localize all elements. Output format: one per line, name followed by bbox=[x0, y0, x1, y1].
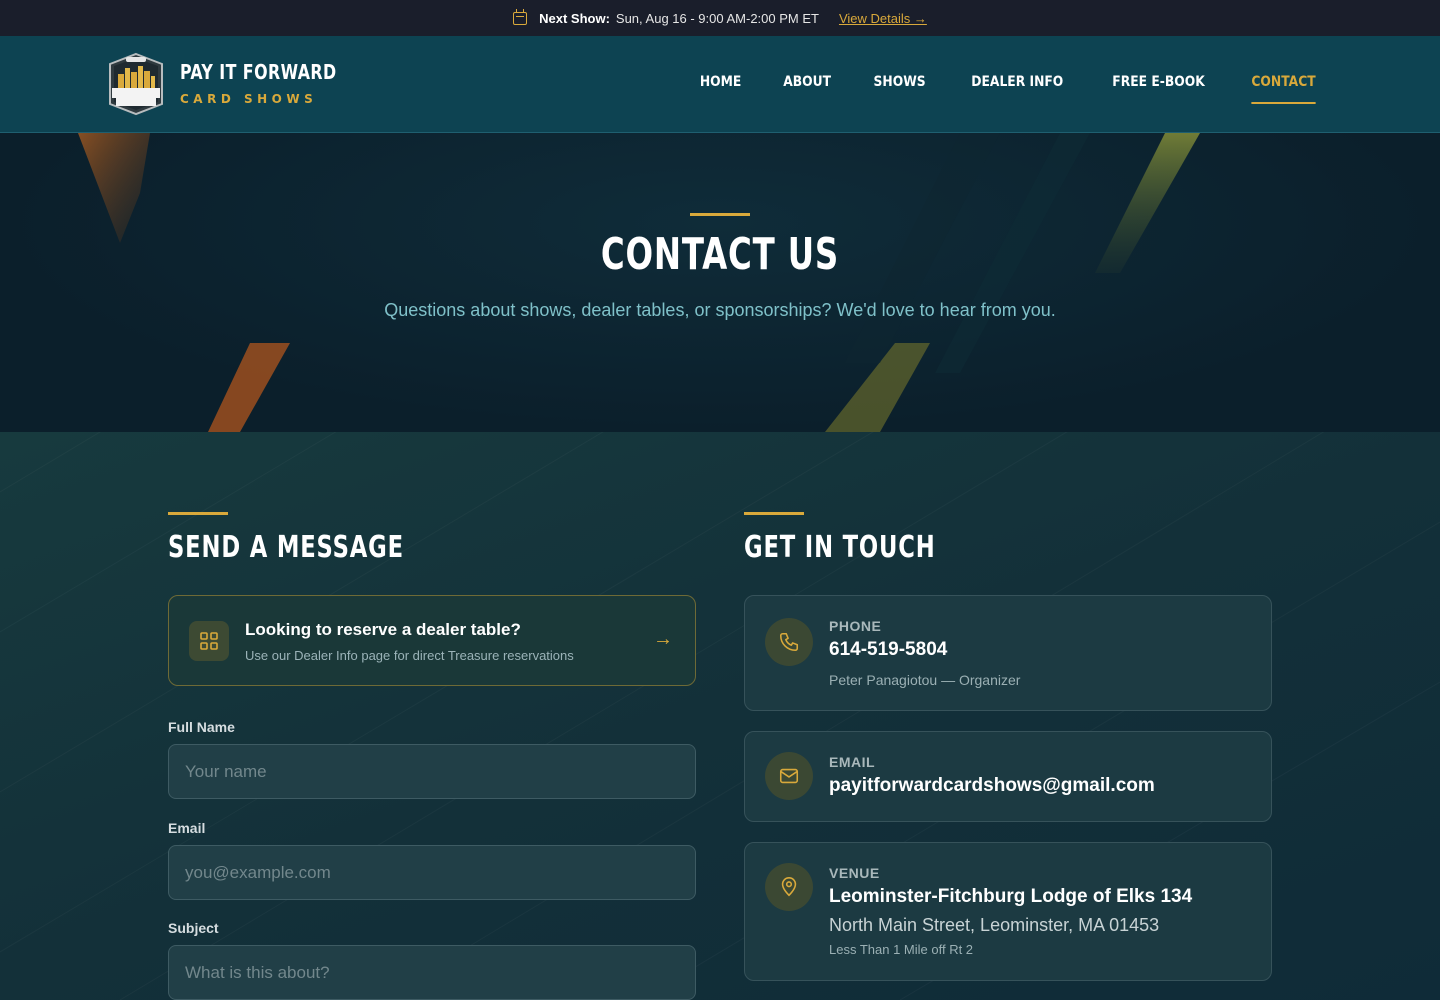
phone-label: PHONE bbox=[829, 618, 882, 634]
venue-name: Leominster-Fitchburg Lodge of Elks 134 bbox=[829, 886, 1193, 907]
email-value[interactable]: payitforwardcardshows@gmail.com bbox=[829, 775, 1155, 797]
hero-section: CONTACT US Questions about shows, dealer… bbox=[0, 133, 1440, 432]
brand-tagline: CARD SHOWS bbox=[180, 92, 318, 106]
site-header: PAY IT FORWARD CARD SHOWS HOME ABOUT SHO… bbox=[0, 36, 1440, 133]
brand[interactable]: PAY IT FORWARD CARD SHOWS bbox=[180, 60, 358, 106]
announcement-bar: Next Show: Sun, Aug 16 - 9:00 AM-2:00 PM… bbox=[0, 0, 1440, 36]
venue-note: Less Than 1 Mile off Rt 2 bbox=[829, 942, 974, 957]
phone-value[interactable]: 614-519-5804 bbox=[829, 639, 947, 661]
nav-free-ebook[interactable]: FREE E-BOOK bbox=[1112, 74, 1204, 104]
form-accent-bar bbox=[168, 512, 228, 515]
venue-address: North Main Street, Leominster, MA 01453 bbox=[829, 915, 1160, 935]
contact-accent-bar bbox=[744, 512, 804, 515]
nav-contact[interactable]: CONTACT bbox=[1251, 74, 1316, 104]
nav-shows[interactable]: SHOWS bbox=[874, 74, 926, 104]
phone-icon bbox=[765, 618, 813, 666]
notice-text: Use our Dealer Info page for direct Trea… bbox=[245, 648, 574, 663]
mail-icon bbox=[765, 752, 813, 800]
page-subtitle: Questions about shows, dealer tables, or… bbox=[384, 300, 1056, 320]
nav-dealer-info[interactable]: DEALER INFO bbox=[972, 74, 1064, 104]
arrow-right-icon: → bbox=[653, 628, 673, 650]
location-pin-icon bbox=[765, 863, 813, 911]
next-show-details: Sun, Aug 16 - 9:00 AM-2:00 PM ET bbox=[615, 10, 819, 26]
notice-title: Looking to reserve a dealer table? bbox=[245, 620, 521, 639]
full-name-input[interactable] bbox=[168, 744, 696, 799]
contact-title: GET IN TOUCH bbox=[744, 530, 936, 565]
form-title: SEND A MESSAGE bbox=[168, 530, 404, 565]
hero-accent-bar bbox=[690, 213, 750, 216]
view-details-link[interactable]: View Details → bbox=[839, 11, 927, 26]
phone-card: PHONE 614-519-5804 Peter Panagiotou — Or… bbox=[744, 595, 1272, 711]
main-nav: HOME ABOUT SHOWS DEALER INFO FREE E-BOOK… bbox=[697, 74, 1320, 104]
full-name-label: Full Name bbox=[168, 719, 235, 735]
email-label: Email bbox=[168, 820, 206, 836]
subject-input[interactable] bbox=[168, 945, 696, 1000]
contact-section: SEND A MESSAGE Looking to reserve a deal… bbox=[0, 432, 1440, 1000]
phone-note: Peter Panagiotou — Organizer bbox=[829, 672, 1021, 688]
grid-icon bbox=[189, 621, 229, 661]
brand-logo[interactable] bbox=[104, 52, 168, 116]
email-card: EMAIL payitforwardcardshows@gmail.com bbox=[744, 731, 1272, 822]
calendar-icon bbox=[513, 8, 528, 25]
venue-label: VENUE bbox=[829, 865, 880, 881]
nav-about[interactable]: ABOUT bbox=[783, 74, 831, 104]
email-input[interactable] bbox=[168, 845, 696, 900]
brand-name: PAY IT FORWARD bbox=[180, 60, 337, 84]
subject-label: Subject bbox=[168, 920, 219, 936]
dealer-table-notice[interactable]: Looking to reserve a dealer table? Use o… bbox=[168, 595, 696, 686]
next-show-label: Next Show: bbox=[539, 10, 610, 26]
venue-card: VENUE Leominster-Fitchburg Lodge of Elks… bbox=[744, 842, 1272, 981]
hero-background-art bbox=[78, 133, 1200, 432]
nav-home[interactable]: HOME bbox=[700, 74, 741, 104]
email-label-contact: EMAIL bbox=[829, 754, 876, 770]
page-title: CONTACT US bbox=[600, 229, 840, 280]
